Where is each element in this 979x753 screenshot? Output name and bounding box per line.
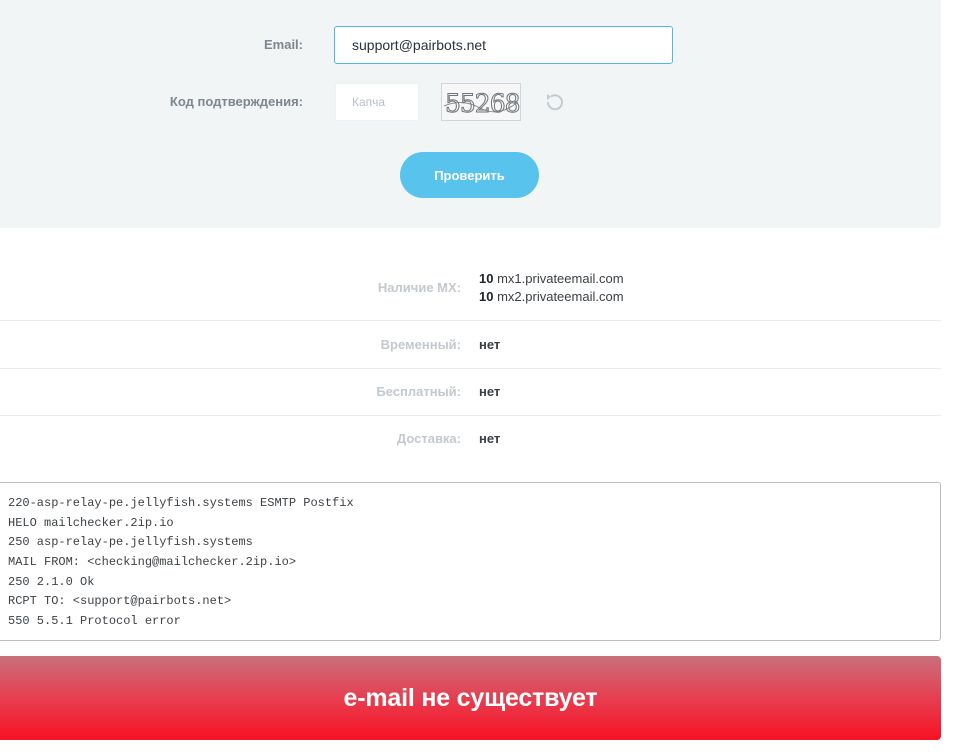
mx-host: mx1.privateemail.com [497,271,624,286]
mx-record-1: 10 mx1.privateemail.com [479,270,624,288]
captcha-label: Код подтверждения: [169,94,303,109]
smtp-log: 220-asp-relay-pe.jellyfish.systems ESMTP… [0,482,941,641]
divider [0,415,941,416]
mx-priority: 10 [479,289,494,304]
check-form-panel: Email: Код подтверждения: 55268 Проверит… [0,0,941,228]
email-label: Email: [263,37,303,52]
refresh-icon [546,94,563,111]
verdict-text: e-mail не существует [343,683,598,712]
mx-records: 10 mx1.privateemail.com 10 mx2.privateem… [479,270,624,306]
log-line: 250 asp-relay-pe.jellyfish.systems [8,535,253,550]
delivery-value: нет [479,431,501,446]
divider [0,368,941,369]
temporary-label: Временный: [380,337,461,352]
log-line: 550 5.5.1 Protocol error [8,614,181,629]
log-line: HELO mailchecker.2ip.io [8,515,174,530]
captcha-input[interactable] [335,83,419,121]
mx-label: Наличие MX: [377,280,461,295]
email-input[interactable] [334,26,673,64]
refresh-captcha-button[interactable] [543,91,565,113]
divider [0,320,941,321]
log-line: 250 2.1.0 Ok [8,574,95,589]
mx-record-2: 10 mx2.privateemail.com [479,288,624,306]
log-line: 220-asp-relay-pe.jellyfish.systems ESMTP… [8,496,354,510]
temporary-value: нет [479,337,501,352]
free-value: нет [479,384,501,399]
captcha-image: 55268 [441,83,521,121]
check-button[interactable]: Проверить [400,152,539,198]
verdict-banner: e-mail не существует [0,656,941,740]
mx-host: mx2.privateemail.com [497,289,624,304]
log-line: MAIL FROM: <checking@mailchecker.2ip.io> [8,555,297,570]
log-line: RCPT TO: <support@pairbots.net> [8,594,232,609]
free-label: Бесплатный: [376,384,461,399]
mx-priority: 10 [479,271,494,286]
delivery-label: Доставка: [396,431,461,446]
captcha-text: 55268 [445,89,520,118]
